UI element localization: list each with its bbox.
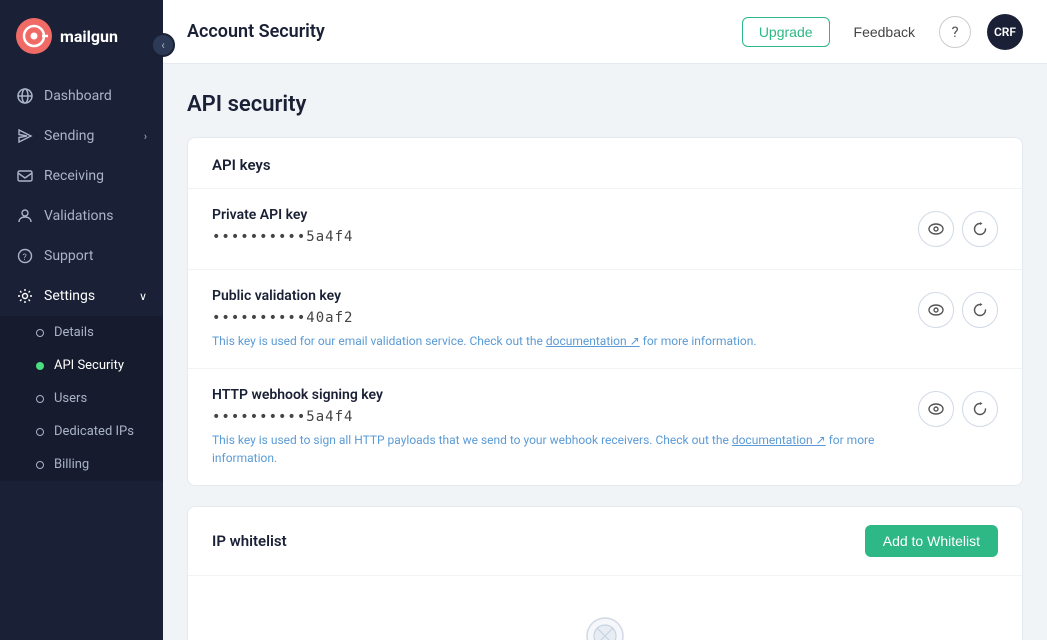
private-key-actions xyxy=(918,211,998,247)
sidebar-item-receiving[interactable]: Receiving xyxy=(0,156,163,196)
help-icon: ? xyxy=(951,23,958,41)
sidebar-item-dashboard-label: Dashboard xyxy=(44,88,112,104)
webhook-key-value: ••••••••••5a4f4 xyxy=(212,409,918,425)
public-key-note-text: This key is used for our email validatio… xyxy=(212,334,546,348)
eye-icon xyxy=(928,302,944,318)
refresh-icon xyxy=(972,302,988,318)
sidebar-item-validations[interactable]: Validations xyxy=(0,196,163,236)
mailgun-logo-icon xyxy=(16,18,52,54)
dot-green-icon xyxy=(36,362,44,370)
webhook-key-doc-link[interactable]: documentation ↗ xyxy=(732,433,826,447)
sidebar-item-receiving-label: Receiving xyxy=(44,168,104,184)
sidebar-item-users-label: Users xyxy=(54,391,87,406)
dot-icon xyxy=(36,329,44,337)
public-key-actions xyxy=(918,292,998,328)
support-icon: ? xyxy=(16,247,34,265)
empty-state-graphic xyxy=(565,616,645,640)
eye-icon xyxy=(928,221,944,237)
webhook-key-view-button[interactable] xyxy=(918,391,954,427)
avatar-initials: CRF xyxy=(994,25,1016,39)
ip-whitelist-title: IP whitelist xyxy=(212,532,287,550)
dot-icon xyxy=(36,395,44,403)
sidebar-item-validations-label: Validations xyxy=(44,208,113,224)
refresh-icon xyxy=(972,401,988,417)
webhook-key-info: HTTP webhook signing key ••••••••••5a4f4… xyxy=(212,387,918,467)
sidebar-item-details-label: Details xyxy=(54,325,94,340)
mail-icon xyxy=(16,167,34,185)
eye-icon xyxy=(928,401,944,417)
sidebar-item-billing-label: Billing xyxy=(54,457,89,472)
gear-icon xyxy=(16,287,34,305)
sidebar-item-billing[interactable]: Billing xyxy=(0,448,163,481)
webhook-key-note-text: This key is used to sign all HTTP payloa… xyxy=(212,433,732,447)
sidebar-item-sending[interactable]: Sending › xyxy=(0,116,163,156)
sidebar: mailgun Dashboard Sending › xyxy=(0,0,163,640)
settings-submenu: Details API Security Users Dedicated IPs xyxy=(0,316,163,481)
webhook-key-label: HTTP webhook signing key xyxy=(212,387,918,403)
chevron-down-icon: ∨ xyxy=(139,290,147,303)
globe-icon xyxy=(16,87,34,105)
public-key-refresh-button[interactable] xyxy=(962,292,998,328)
main-content: Account Security Upgrade Feedback ? CRF … xyxy=(163,0,1047,640)
collapse-icon: ‹ xyxy=(161,38,165,52)
public-key-doc-link[interactable]: documentation ↗ xyxy=(546,334,640,348)
public-key-note: This key is used for our email validatio… xyxy=(212,332,757,350)
sidebar-item-api-security[interactable]: API Security xyxy=(0,349,163,382)
send-icon xyxy=(16,127,34,145)
help-button[interactable]: ? xyxy=(939,16,971,48)
avatar[interactable]: CRF xyxy=(987,14,1023,50)
page-body: API security API keys Private API key ••… xyxy=(163,64,1047,640)
sidebar-item-dedicated-ips[interactable]: Dedicated IPs xyxy=(0,415,163,448)
private-key-info: Private API key ••••••••••5a4f4 xyxy=(212,207,353,251)
api-keys-header: API keys xyxy=(188,138,1022,189)
upgrade-button[interactable]: Upgrade xyxy=(742,17,830,47)
dot-icon xyxy=(36,461,44,469)
chevron-right-icon: › xyxy=(144,130,147,143)
api-keys-card: API keys Private API key ••••••••••5a4f4 xyxy=(187,137,1023,486)
sidebar-item-users[interactable]: Users xyxy=(0,382,163,415)
private-key-refresh-button[interactable] xyxy=(962,211,998,247)
ip-whitelist-section: IP whitelist Add to Whitelist xyxy=(187,506,1023,640)
ip-whitelist-empty-state xyxy=(188,576,1022,640)
refresh-icon xyxy=(972,221,988,237)
sidebar-item-sending-label: Sending xyxy=(44,128,94,144)
sidebar-item-settings-label: Settings xyxy=(44,288,95,304)
add-to-whitelist-button[interactable]: Add to Whitelist xyxy=(865,525,998,557)
private-key-view-button[interactable] xyxy=(918,211,954,247)
sidebar-item-support-label: Support xyxy=(44,248,93,264)
dot-icon xyxy=(36,428,44,436)
topbar: Account Security Upgrade Feedback ? CRF xyxy=(163,0,1047,64)
sidebar-item-api-security-label: API Security xyxy=(54,358,124,373)
public-key-value: ••••••••••40af2 xyxy=(212,310,757,326)
ip-whitelist-header: IP whitelist Add to Whitelist xyxy=(188,507,1022,576)
person-icon xyxy=(16,207,34,225)
sidebar-item-support[interactable]: ? Support xyxy=(0,236,163,276)
api-security-title: API security xyxy=(187,92,1023,117)
public-key-info: Public validation key ••••••••••40af2 Th… xyxy=(212,288,757,350)
public-key-view-button[interactable] xyxy=(918,292,954,328)
webhook-key-actions xyxy=(918,391,998,427)
public-key-label: Public validation key xyxy=(212,288,757,304)
webhook-signing-key-row: HTTP webhook signing key ••••••••••5a4f4… xyxy=(188,369,1022,485)
sidebar-item-details[interactable]: Details xyxy=(0,316,163,349)
private-key-value: ••••••••••5a4f4 xyxy=(212,229,353,245)
public-validation-key-row: Public validation key ••••••••••40af2 Th… xyxy=(188,270,1022,369)
page-title: Account Security xyxy=(187,21,726,42)
private-api-key-row: Private API key ••••••••••5a4f4 xyxy=(188,189,1022,270)
sidebar-item-settings[interactable]: Settings ∨ xyxy=(0,276,163,316)
private-key-label: Private API key xyxy=(212,207,353,223)
logo-text: mailgun xyxy=(60,27,118,46)
webhook-key-refresh-button[interactable] xyxy=(962,391,998,427)
sidebar-collapse-button[interactable]: ‹ xyxy=(151,33,175,57)
logo[interactable]: mailgun xyxy=(0,0,163,72)
sidebar-nav: Dashboard Sending › Receiving xyxy=(0,72,163,640)
sidebar-item-dashboard[interactable]: Dashboard xyxy=(0,76,163,116)
public-key-note-end: for more information. xyxy=(643,334,757,348)
sidebar-item-dedicated-ips-label: Dedicated IPs xyxy=(54,424,134,439)
svg-text:?: ? xyxy=(23,253,27,263)
feedback-button[interactable]: Feedback xyxy=(846,18,923,46)
webhook-key-note: This key is used to sign all HTTP payloa… xyxy=(212,431,918,467)
